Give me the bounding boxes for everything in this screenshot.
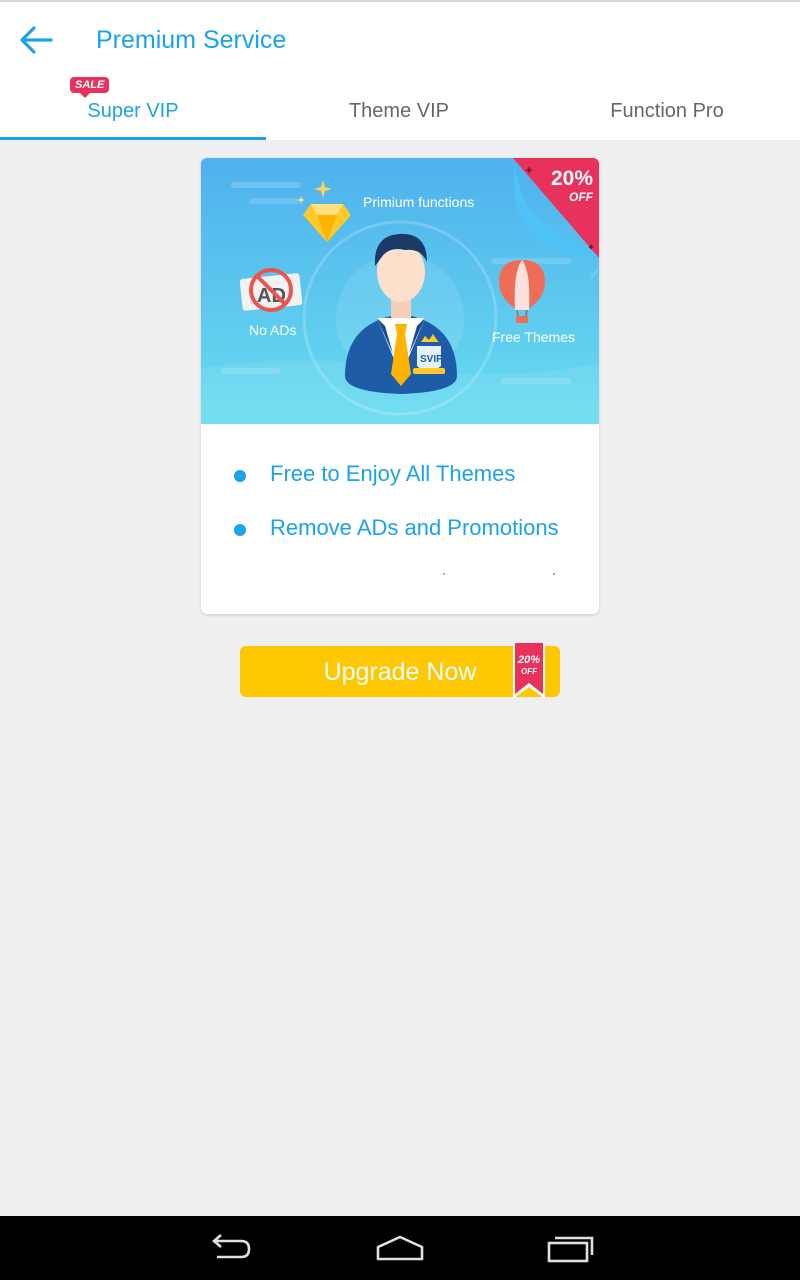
feature-text: Remove ADs and Promotions [270, 515, 559, 540]
discount-percent: 20% [550, 167, 593, 190]
feature-list: Free to Enjoy All Themes Remove ADs and … [201, 458, 599, 566]
nav-back-button[interactable] [200, 1230, 260, 1266]
tab-function-pro[interactable]: Function Pro [534, 72, 800, 140]
tab-bar: SALE Super VIP Theme VIP Function Pro [0, 72, 800, 140]
hot-air-balloon-icon [499, 260, 545, 323]
discount-corner-text: 20% OFF [551, 168, 593, 203]
tab-theme-vip[interactable]: Theme VIP [266, 72, 532, 140]
premium-functions-label: Primium functions [363, 194, 475, 210]
back-icon [212, 1234, 251, 1259]
no-ads-label: No ADs [249, 322, 297, 338]
nav-home-button[interactable] [370, 1230, 430, 1266]
bullet-icon [234, 470, 246, 482]
tab-label: Theme VIP [348, 100, 450, 122]
active-tab-indicator [0, 137, 266, 140]
page-title: Premium Service [96, 26, 287, 54]
free-themes-label: Free Themes [492, 329, 575, 345]
list-item: Remove ADs and Promotions [201, 512, 599, 566]
tab-label: Super VIP [87, 100, 179, 122]
recent-apps-icon [547, 1236, 594, 1263]
system-nav-bar [0, 1216, 800, 1280]
svip-badge-text: SVIP [420, 354, 443, 365]
back-button[interactable] [14, 22, 58, 58]
nav-recent-apps-button[interactable] [540, 1230, 600, 1266]
upgrade-now-button[interactable]: Upgrade Now 20% OFF [240, 643, 560, 699]
hero-illustration: Primium functions AD No ADs SVIP Free Th… [201, 158, 599, 424]
home-icon [376, 1235, 424, 1261]
discount-off: OFF [569, 190, 593, 204]
tab-label: Function Pro [610, 100, 724, 122]
tab-super-vip[interactable]: SALE Super VIP [0, 72, 266, 140]
sale-badge: SALE [70, 77, 110, 98]
person-illustration: SVIP [345, 233, 457, 394]
list-item: Free to Enjoy All Themes [201, 458, 599, 512]
bullet-icon [234, 524, 246, 536]
arrow-left-icon [20, 26, 53, 54]
app-bar: Premium Service SALE Super VIP Theme VIP… [0, 0, 800, 140]
ribbon-off: OFF [521, 667, 537, 676]
feature-text: Free to Enjoy All Themes [270, 461, 516, 486]
clipped-text-fragment [443, 573, 555, 575]
no-ads-icon: AD [239, 268, 303, 312]
super-vip-card: Primium functions AD No ADs SVIP Free Th… [201, 158, 599, 614]
ribbon-percent: 20% [517, 654, 541, 666]
